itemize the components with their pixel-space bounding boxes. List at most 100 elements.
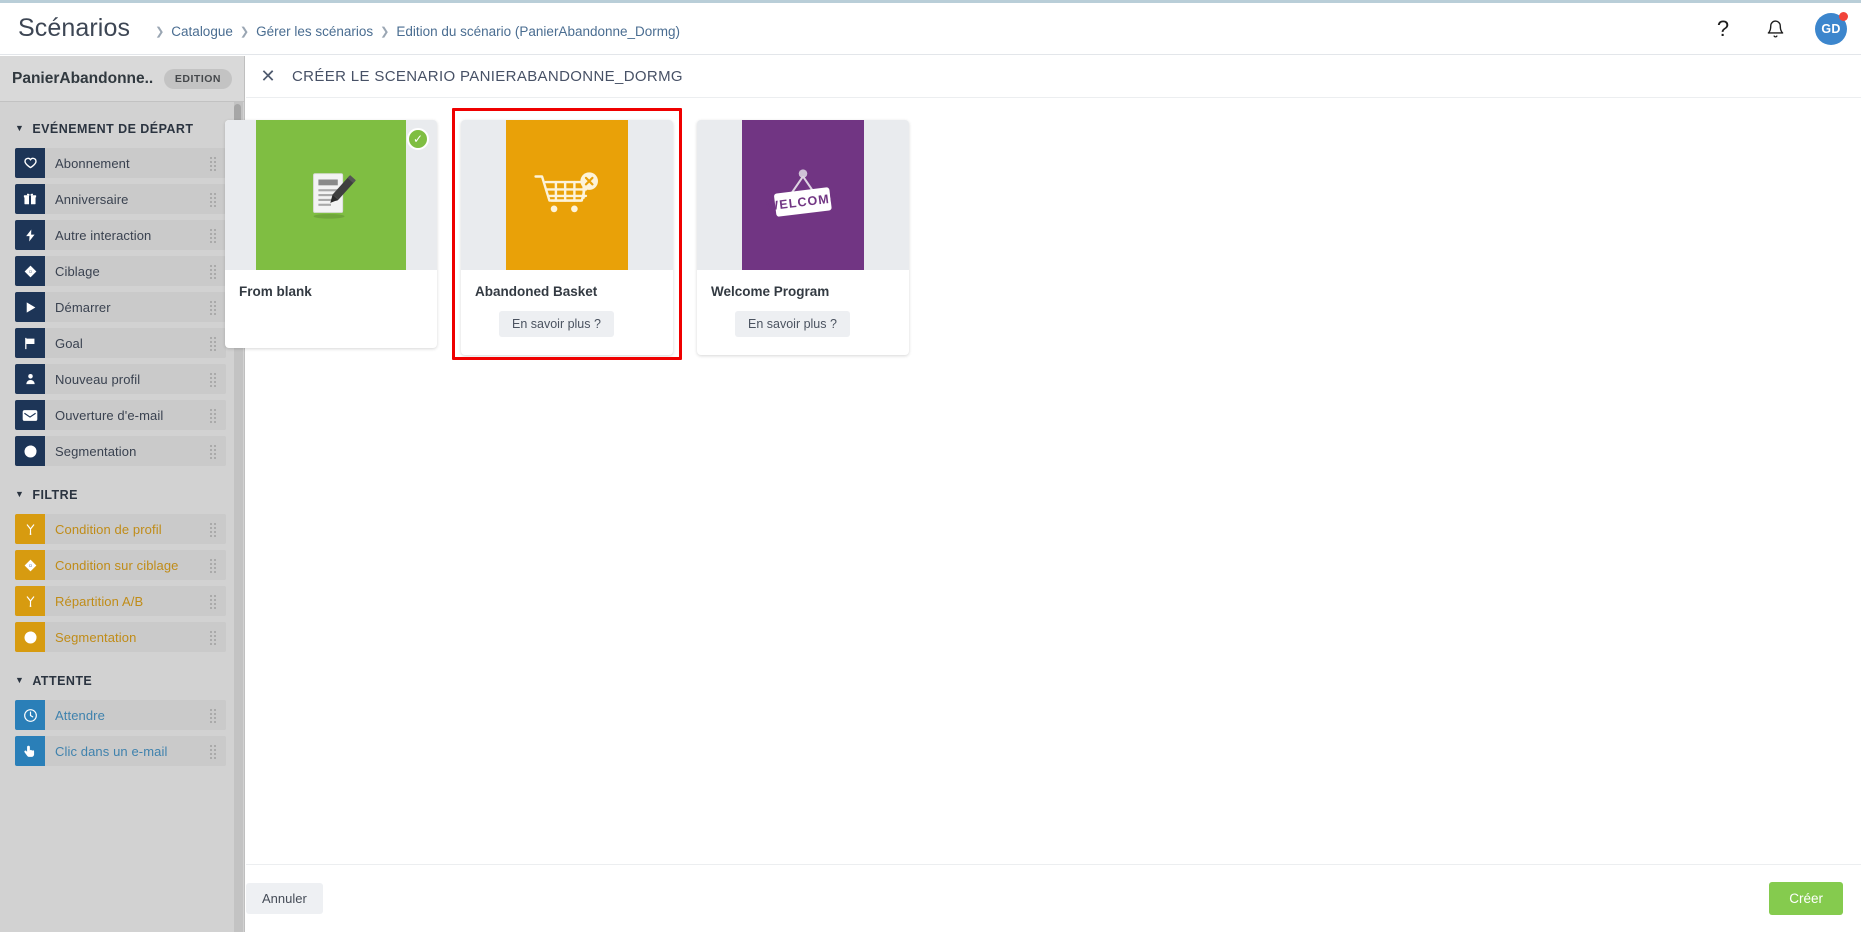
notification-dot — [1839, 11, 1848, 21]
sidebar-item-ciblage[interactable]: Ciblage — [15, 256, 226, 286]
breadcrumb: ❯ Catalogue ❯ Gérer les scénarios ❯ Edit… — [148, 24, 680, 39]
sidebar-item-label: Répartition A/B — [55, 593, 144, 609]
sidebar-item-condition-de-profil[interactable]: Condition de profil — [15, 514, 226, 544]
document-pencil-icon — [256, 120, 406, 270]
template-card-slot: ✓ From blank — [225, 120, 437, 355]
breadcrumb-item-manage-scenarios[interactable]: Gérer les scénarios — [256, 24, 373, 39]
dialog-footer: Annuler Créer — [246, 864, 1861, 932]
abandoned-cart-icon — [506, 120, 628, 270]
drag-handle-icon[interactable] — [209, 372, 218, 387]
avatar[interactable]: GD — [1815, 5, 1854, 45]
drag-handle-icon[interactable] — [209, 156, 218, 171]
sidebar-item-abonnement[interactable]: Abonnement — [15, 148, 226, 178]
card-thumbnail — [461, 120, 673, 270]
drag-handle-icon[interactable] — [209, 708, 218, 723]
sidebar-item-segmentation[interactable]: Segmentation — [15, 436, 226, 466]
drag-handle-icon[interactable] — [209, 444, 218, 459]
card-title: Welcome Program — [711, 284, 830, 299]
sidebar-item-goal[interactable]: Goal — [15, 328, 226, 358]
card-body: From blank — [225, 270, 437, 348]
drag-handle-icon[interactable] — [209, 558, 218, 573]
sidebar-group-header-start[interactable]: ▼ EVÉNEMENT DE DÉPART — [0, 116, 244, 142]
drag-handle-icon[interactable] — [209, 594, 218, 609]
pie-chart-icon — [15, 622, 45, 652]
card-thumbnail: ✓ — [225, 120, 437, 270]
breadcrumb-separator: ❯ — [155, 25, 165, 38]
sidebar-item-label: Segmentation — [55, 629, 137, 645]
close-icon[interactable]: ✕ — [258, 66, 278, 87]
sidebar-item-label: Démarrer — [55, 299, 111, 315]
sidebar-group-label: FILTRE — [32, 488, 78, 502]
card-body: Welcome Program En savoir plus ? — [697, 270, 909, 355]
pie-chart-icon — [15, 436, 45, 466]
template-card-welcome-program[interactable]: WELCOME Welcome Program En savoir plus ? — [697, 120, 909, 355]
flag-icon — [15, 328, 45, 358]
sidebar-item-r-partition-a-b[interactable]: Répartition A/B — [15, 586, 226, 616]
drag-handle-icon[interactable] — [209, 264, 218, 279]
play-icon — [15, 292, 45, 322]
hand-pointer-icon — [15, 736, 45, 766]
app-header: Scénarios ❯ Catalogue ❯ Gérer les scénar… — [0, 3, 1861, 55]
breadcrumb-item-edit-scenario[interactable]: Edition du scénario (PanierAbandonne_Dor… — [396, 24, 680, 39]
sidebar-item-label: Condition sur ciblage — [55, 557, 179, 573]
drag-handle-icon[interactable] — [209, 522, 218, 537]
sidebar-group-filter: ▼ FILTRE Condition de profil Condition sur … — [0, 482, 244, 652]
sidebar-item-label: Goal — [55, 335, 83, 351]
sidebar-item-label: Ciblage — [55, 263, 100, 279]
sidebar-item-segmentation[interactable]: Segmentation — [15, 622, 226, 652]
drag-handle-icon[interactable] — [209, 300, 218, 315]
breadcrumb-separator: ❯ — [380, 25, 390, 38]
sidebar-group-header-filter[interactable]: ▼ FILTRE — [0, 482, 244, 508]
welcome-sign-icon: WELCOME — [742, 120, 864, 270]
sidebar-item-label: Nouveau profil — [55, 371, 141, 387]
main-title: CRÉER LE SCENARIO PANIERABANDONNE_DORMG — [292, 68, 683, 85]
main-content: ✕ CRÉER LE SCENARIO PANIERABANDONNE_DORM… — [225, 56, 1861, 932]
sidebar-item-autre-interaction[interactable]: Autre interaction — [15, 220, 226, 250]
sidebar-palette: ▼ EVÉNEMENT DE DÉPART Abonnement Anniversai… — [0, 102, 244, 932]
app-root: Scénarios ❯ Catalogue ❯ Gérer les scénar… — [0, 0, 1861, 932]
chevron-down-icon: ▼ — [15, 675, 25, 685]
sidebar-item-label: Abonnement — [55, 155, 130, 171]
sidebar-item-nouveau-profil[interactable]: Nouveau profil — [15, 364, 226, 394]
bolt-icon — [15, 220, 45, 250]
drag-handle-icon[interactable] — [209, 336, 218, 351]
sidebar-item-d-marrer[interactable]: Démarrer — [15, 292, 226, 322]
drag-handle-icon[interactable] — [209, 408, 218, 423]
learn-more-button[interactable]: En savoir plus ? — [499, 311, 614, 337]
template-card-abandoned-basket[interactable]: Abandoned Basket En savoir plus ? — [461, 120, 673, 355]
drag-handle-icon[interactable] — [209, 630, 218, 645]
drag-handle-icon[interactable] — [209, 744, 218, 759]
target-diamond-icon — [15, 256, 45, 286]
chevron-down-icon: ▼ — [15, 123, 25, 133]
main-header: ✕ CRÉER LE SCENARIO PANIERABANDONNE_DORM… — [246, 56, 1861, 98]
sidebar-item-clic-dans-un-e-mail[interactable]: Clic dans un e-mail — [15, 736, 226, 766]
branch-icon — [15, 586, 45, 616]
create-button[interactable]: Créer — [1769, 882, 1843, 915]
question-mark-icon[interactable]: ? — [1711, 17, 1735, 41]
sidebar-group-header-wait[interactable]: ▼ ATTENTE — [0, 668, 244, 694]
drag-handle-icon[interactable] — [209, 192, 218, 207]
heart-icon — [15, 148, 45, 178]
user-icon — [15, 364, 45, 394]
template-card-grid: ✓ From blank Abandoned Basket En savoir plu… — [221, 98, 1861, 360]
sidebar-group-label: ATTENTE — [32, 674, 93, 688]
template-card-from-blank[interactable]: ✓ From blank — [225, 120, 437, 348]
sidebar-item-attendre[interactable]: Attendre — [15, 700, 226, 730]
bell-icon[interactable] — [1763, 17, 1787, 41]
sidebar-item-ouverture-d-e-mail[interactable]: Ouverture d'e-mail — [15, 400, 226, 430]
drag-handle-icon[interactable] — [209, 228, 218, 243]
chevron-down-icon: ▼ — [15, 489, 25, 499]
branch-icon — [15, 514, 45, 544]
sidebar-item-condition-sur-ciblage[interactable]: Condition sur ciblage — [15, 550, 226, 580]
card-body: Abandoned Basket En savoir plus ? — [461, 270, 673, 355]
sidebar-item-anniversaire[interactable]: Anniversaire — [15, 184, 226, 214]
breadcrumb-item-catalogue[interactable]: Catalogue — [171, 24, 233, 39]
cancel-button[interactable]: Annuler — [246, 883, 323, 914]
card-title: Abandoned Basket — [475, 284, 598, 299]
sidebar-item-label: Anniversaire — [55, 191, 129, 207]
sidebar-item-label: Clic dans un e-mail — [55, 743, 168, 759]
envelope-open-icon — [15, 400, 45, 430]
learn-more-button[interactable]: En savoir plus ? — [735, 311, 850, 337]
gift-icon — [15, 184, 45, 214]
sidebar-group-start: ▼ EVÉNEMENT DE DÉPART Abonnement Anniversai… — [0, 116, 244, 466]
